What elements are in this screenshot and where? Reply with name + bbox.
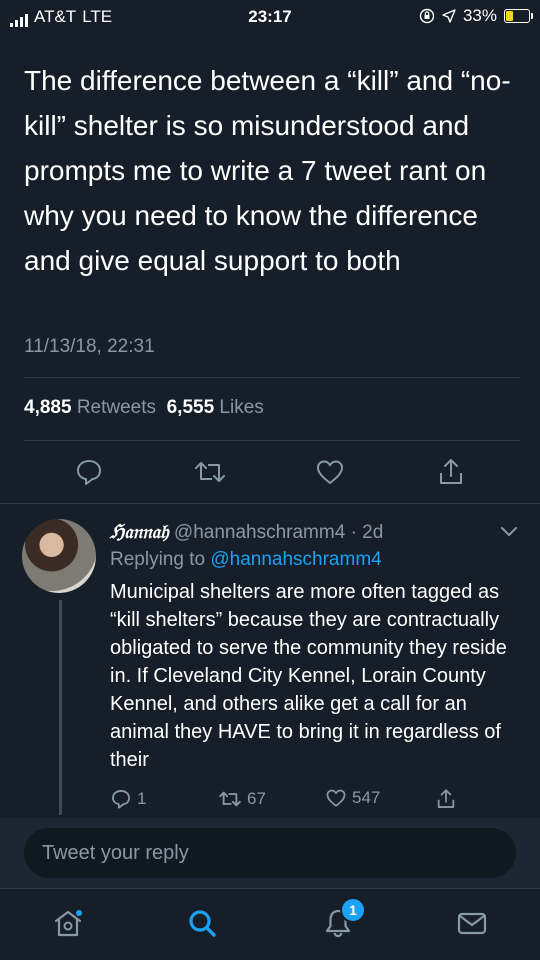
retweet-count: 4,885 (24, 397, 72, 418)
retweets-label: Retweets (76, 397, 157, 418)
retweet-icon (219, 791, 241, 807)
orientation-lock-icon (419, 8, 435, 24)
home-icon (54, 910, 82, 937)
notifications-badge: 1 (340, 897, 366, 923)
more-options-button[interactable] (500, 525, 518, 543)
reply-composer: Tweet your reply (0, 818, 540, 888)
likes-stat[interactable]: 6,555 Likes (167, 397, 264, 418)
tweet-stats: 4,885 Retweets 6,555 Likes (24, 397, 264, 419)
share-button[interactable] (434, 455, 468, 489)
replying-prefix: Replying to (110, 549, 206, 570)
likes-label: Likes (219, 397, 264, 418)
reply-header: ℌ𝔞𝔫𝔫𝔞𝔥 @hannahschramm4 · 2d (110, 521, 383, 544)
reply-display-name[interactable]: ℌ𝔞𝔫𝔫𝔞𝔥 (110, 521, 169, 543)
search-icon (189, 910, 216, 937)
status-indicators: 33% (419, 6, 533, 26)
reply-tweet[interactable]: ℌ𝔞𝔫𝔫𝔞𝔥 @hannahschramm4 · 2d Replying to … (0, 505, 540, 817)
reply-actions: 1 67 547 (110, 788, 510, 814)
tweet-timestamp: 11/13/18, 22:31 (24, 336, 155, 357)
reply-input[interactable]: Tweet your reply (24, 828, 516, 878)
like-button[interactable] (313, 455, 347, 489)
reply-reply-button[interactable]: 1 (110, 788, 146, 810)
reply-share-button[interactable] (435, 788, 457, 810)
reply-reply-count: 1 (137, 789, 147, 808)
like-count: 6,555 (166, 397, 215, 418)
tab-search[interactable] (184, 905, 220, 941)
replying-to: Replying to @hannahschramm4 (110, 549, 382, 571)
battery-icon (504, 9, 533, 23)
reply-like-count: 547 (352, 788, 381, 807)
reply-text: Municipal shelters are more often tagged… (110, 581, 507, 771)
retweet-icon (195, 462, 225, 482)
location-icon (442, 9, 456, 23)
retweets-stat[interactable]: 4,885 Retweets (24, 397, 156, 418)
heart-icon (317, 460, 343, 484)
divider (0, 503, 540, 504)
tab-bar: 1 (0, 888, 540, 960)
battery-percent: 33% (462, 6, 497, 25)
heart-icon (326, 789, 346, 807)
reply-button[interactable] (72, 455, 106, 489)
tab-messages[interactable] (454, 905, 490, 941)
share-icon (437, 789, 455, 808)
share-icon (440, 459, 462, 484)
chevron-down-icon (501, 527, 517, 536)
tweet-actions (0, 455, 540, 495)
reply-retweet-button[interactable]: 67 (218, 788, 266, 810)
tweet-text: The difference between a “kill” and “no-… (24, 65, 511, 276)
reply-icon (77, 460, 101, 485)
tab-home[interactable] (50, 905, 86, 941)
battery-fill (506, 11, 513, 21)
reply-retweet-count: 67 (247, 789, 266, 808)
divider (24, 440, 520, 441)
reply-like-button[interactable]: 547 (325, 788, 380, 808)
thread-line (59, 600, 62, 815)
mail-icon (457, 912, 487, 935)
replying-to-handle[interactable]: @hannahschramm4 (210, 549, 381, 570)
reply-age: · 2d (350, 522, 384, 543)
reply-icon (112, 790, 130, 809)
reply-handle[interactable]: @hannahschramm4 (174, 522, 345, 543)
tab-notifications[interactable]: 1 (320, 897, 366, 941)
avatar[interactable] (22, 519, 96, 593)
retweet-button[interactable] (193, 455, 227, 489)
divider (24, 377, 520, 378)
status-bar: AT&T LTE 23:17 33% (0, 0, 540, 36)
